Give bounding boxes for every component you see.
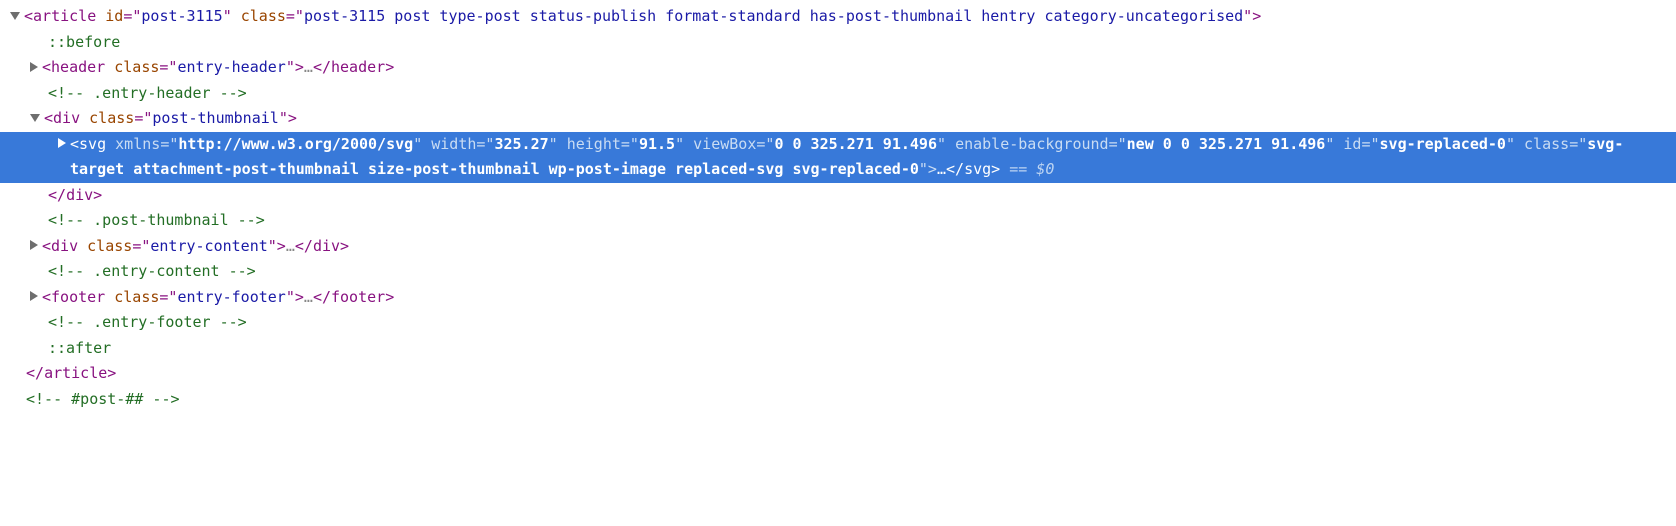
header-comment: <!-- .entry-header --> (0, 81, 1676, 107)
entry-content-div[interactable]: <div class="entry-content">…</div> (0, 234, 1676, 260)
post-comment: <!-- #post-## --> (0, 387, 1676, 413)
article-open-tag[interactable]: <article id="post-3115" class="post-3115… (0, 4, 1676, 30)
article-close-tag[interactable]: </article> (0, 361, 1676, 387)
expand-arrow-right-icon[interactable] (30, 291, 38, 301)
expand-arrow-right-icon[interactable] (30, 62, 38, 72)
thumb-comment: <!-- .post-thumbnail --> (0, 208, 1676, 234)
pseudo-after[interactable]: ::after (0, 336, 1676, 362)
dom-tree[interactable]: <article id="post-3115" class="post-3115… (0, 0, 1676, 416)
pseudo-before[interactable]: ::before (0, 30, 1676, 56)
footer-comment: <!-- .entry-footer --> (0, 310, 1676, 336)
expand-arrow-right-icon[interactable] (30, 240, 38, 250)
footer-element[interactable]: <footer class="entry-footer">…</footer> (0, 285, 1676, 311)
content-comment: <!-- .entry-content --> (0, 259, 1676, 285)
expand-arrow-down-icon[interactable] (10, 12, 20, 20)
post-thumbnail-div[interactable]: <div class="post-thumbnail"> (0, 106, 1676, 132)
expand-arrow-right-icon[interactable] (58, 138, 66, 148)
thumb-div-close[interactable]: </div> (0, 183, 1676, 209)
expand-arrow-down-icon[interactable] (30, 114, 40, 122)
header-element[interactable]: <header class="entry-header">…</header> (0, 55, 1676, 81)
svg-element-selected[interactable]: <svg xmlns="http://www.w3.org/2000/svg" … (0, 132, 1676, 183)
